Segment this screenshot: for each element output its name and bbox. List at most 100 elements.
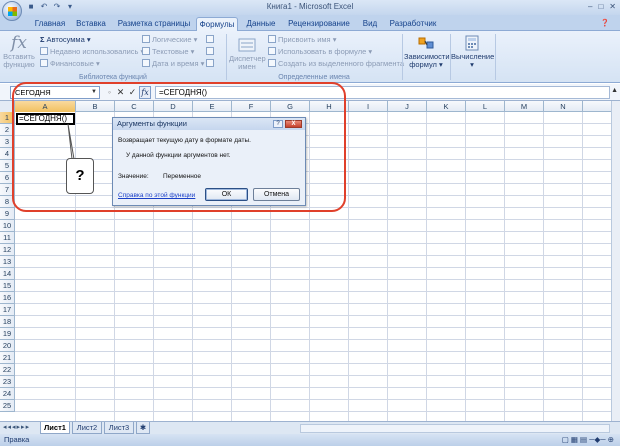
grid-line [15, 303, 620, 304]
lookup-icon [206, 35, 214, 43]
fx-icon: fx [11, 33, 27, 53]
value-label: Значение: [118, 173, 149, 180]
create-from-selection-button[interactable]: Создать из выделенного фрагмента [268, 58, 404, 69]
tab-developer[interactable]: Разработчик [386, 17, 440, 31]
row-header[interactable]: 23 [0, 376, 15, 388]
row-header[interactable]: 19 [0, 328, 15, 340]
grid-line [15, 219, 620, 220]
value-text: Переменное [163, 173, 202, 180]
sheet-nav-icon[interactable]: ◂◂◂▸▸▸ [3, 423, 30, 431]
vertical-scrollbar[interactable] [611, 101, 620, 421]
insert-sheet-icon[interactable]: ✱ [136, 422, 150, 434]
sheet-tab-bar: ◂◂◂▸▸▸ Лист1 Лист2 Лист3 ✱ [0, 421, 620, 434]
grid-line [15, 327, 620, 328]
question-callout: ? [66, 158, 94, 194]
column-header[interactable]: I [349, 101, 388, 112]
book-icon [40, 59, 48, 67]
tab-home[interactable]: Главная [30, 17, 70, 31]
office-button[interactable] [2, 1, 22, 21]
grid-line [15, 351, 620, 352]
row-header[interactable]: 18 [0, 316, 15, 328]
math-button[interactable] [206, 46, 216, 57]
row-header[interactable]: 13 [0, 256, 15, 268]
ribbon: fx Вставить функцию Σ Автосумма ▾ Недавно… [0, 31, 620, 83]
more-functions-button[interactable] [206, 58, 216, 69]
calculation-button[interactable]: Вычисление ▾ [451, 35, 494, 69]
column-header[interactable]: K [427, 101, 466, 112]
close-icon[interactable]: ✕ [609, 2, 616, 11]
name-manager-button[interactable]: Диспетчер имен [229, 37, 266, 71]
dialog-close-icon[interactable]: X [285, 120, 302, 128]
formula-dependencies-button[interactable]: Зависимости формул ▾ [404, 35, 450, 69]
star-icon [40, 47, 48, 55]
column-header[interactable]: N [544, 101, 583, 112]
grid-line [15, 375, 620, 376]
row-header[interactable]: 25 [0, 400, 15, 412]
help-icon[interactable]: ❓ [598, 17, 612, 31]
tab-view[interactable]: Вид [358, 17, 382, 31]
lookup-button[interactable] [206, 34, 216, 45]
text-book-icon [142, 47, 150, 55]
autosum-button[interactable]: Σ Автосумма ▾ [40, 34, 91, 45]
ok-button[interactable]: ОК [205, 188, 248, 201]
function-description: Возвращает текущую дату в формате даты. [118, 137, 251, 144]
title-bar: ■ ↶ ↷ ▾ Книга1 - Microsoft Excel – □ ✕ [0, 0, 620, 15]
row-header[interactable]: 9 [0, 208, 15, 220]
sheet-tab-1[interactable]: Лист1 [40, 422, 70, 434]
grid-line [15, 399, 620, 400]
status-mode: Правка [4, 435, 30, 444]
office-logo-icon [8, 7, 17, 16]
use-in-formula-button[interactable]: Использовать в формуле ▾ [268, 46, 372, 57]
dialog-help-icon[interactable]: ? [273, 120, 283, 128]
row-header[interactable]: 15 [0, 280, 15, 292]
grid-line [15, 231, 620, 232]
group-separator [226, 34, 227, 80]
book-icon [142, 35, 150, 43]
no-arguments-text: У данной функции аргументов нет. [126, 152, 231, 159]
row-header[interactable]: 14 [0, 268, 15, 280]
tab-data[interactable]: Данные [242, 17, 280, 31]
tab-formulas[interactable]: Формулы [196, 17, 238, 31]
text-button[interactable]: Текстовые ▾ [142, 46, 194, 57]
row-header[interactable]: 17 [0, 304, 15, 316]
grid-line [15, 279, 620, 280]
row-header[interactable]: 22 [0, 364, 15, 376]
date-time-button[interactable]: Дата и время ▾ [142, 58, 204, 69]
row-header[interactable]: 24 [0, 388, 15, 400]
sheet-tab-2[interactable]: Лист2 [72, 422, 102, 434]
minimize-icon[interactable]: – [588, 2, 592, 11]
column-header[interactable]: J [388, 101, 427, 112]
sheet-tab-3[interactable]: Лист3 [104, 422, 134, 434]
group-separator [402, 34, 403, 80]
grid-line [15, 339, 620, 340]
row-header[interactable]: 16 [0, 292, 15, 304]
help-link[interactable]: Справка по этой функции [118, 192, 195, 199]
tab-insert[interactable]: Вставка [72, 17, 110, 31]
recently-used-button[interactable]: Недавно использовались ▾ [40, 46, 144, 57]
row-header[interactable]: 20 [0, 340, 15, 352]
insert-function-button[interactable]: fx Вставить функцию [2, 33, 36, 69]
status-bar: Правка ▢ ▦ ▤ ─◆─ ⊕ [0, 434, 620, 446]
formula-bar-expand-icon[interactable]: ▲ [611, 87, 618, 94]
row-header[interactable]: 12 [0, 244, 15, 256]
tab-page-layout[interactable]: Разметка страницы [114, 17, 194, 31]
name-manager-icon [238, 38, 256, 52]
column-header[interactable]: L [466, 101, 505, 112]
horizontal-scrollbar[interactable] [300, 424, 610, 433]
column-header[interactable]: M [505, 101, 544, 112]
row-header[interactable]: 21 [0, 352, 15, 364]
window-title: Книга1 - Microsoft Excel [266, 2, 354, 11]
row-header[interactable]: 10 [0, 220, 15, 232]
ribbon-tabs: Главная Вставка Разметка страницы Формул… [0, 15, 620, 31]
financial-button[interactable]: Финансовые ▾ [40, 58, 100, 69]
tab-review[interactable]: Рецензирование [284, 17, 354, 31]
grid-line [15, 315, 620, 316]
row-header[interactable]: 11 [0, 232, 15, 244]
define-name-button[interactable]: Присвоить имя ▾ [268, 34, 336, 45]
table-icon [268, 59, 276, 67]
zoom-controls[interactable]: ▢ ▦ ▤ ─◆─ ⊕ [562, 435, 614, 444]
cancel-button[interactable]: Отмена [253, 188, 300, 201]
grid-line [15, 255, 620, 256]
logical-button[interactable]: Логические ▾ [142, 34, 197, 45]
maximize-icon[interactable]: □ [598, 2, 603, 11]
